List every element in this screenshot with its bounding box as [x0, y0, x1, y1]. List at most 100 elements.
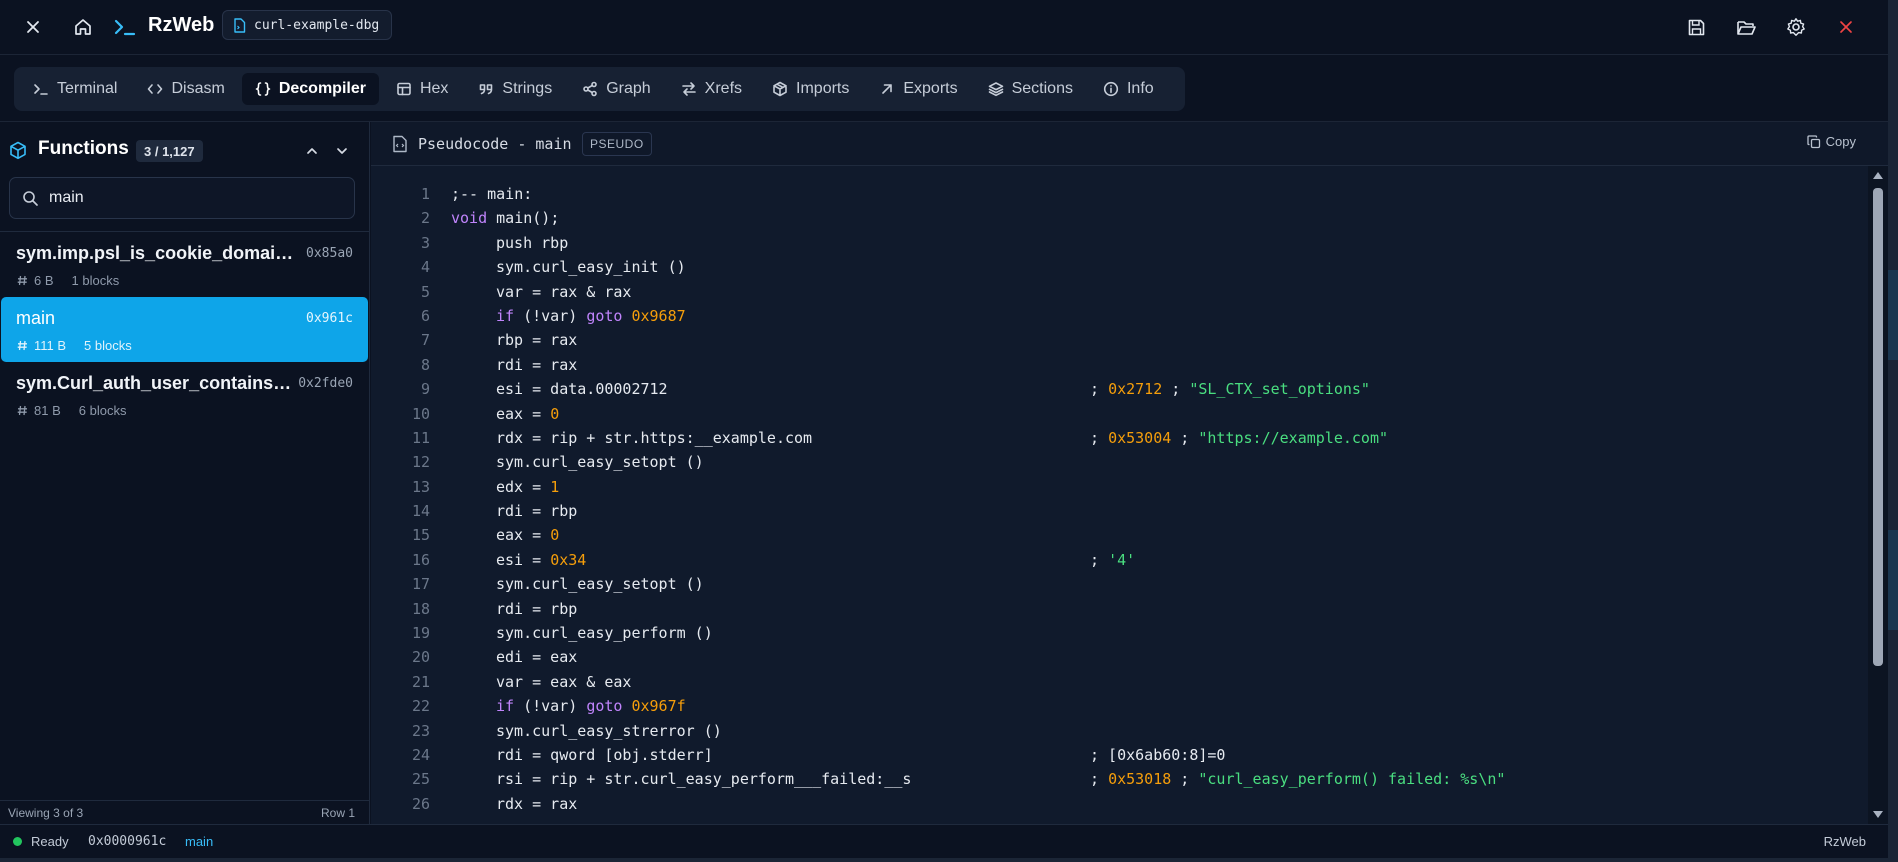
code-line[interactable]: 19 sym.curl_easy_perform () [371, 621, 1868, 645]
code-line[interactable]: 25 rsi = rip + str.curl_easy_perform___fa… [371, 767, 1868, 791]
functions-header: Functions 3 / 1,127 [0, 122, 370, 178]
code-text: sym.curl_easy_init () [451, 255, 686, 279]
code-line[interactable]: 24 rdi = qword [obj.stderr] ; [0x6ab60:8]=… [371, 743, 1868, 767]
code-token: 0 [550, 404, 560, 423]
function-list-item[interactable]: sym.Curl_auth_user_contains_... 0x2fde0 … [1, 362, 368, 427]
cube-icon [10, 141, 26, 160]
file-chip[interactable]: curl-example-dbg [222, 10, 393, 40]
code-text: rsi = rip + str.curl_easy_perform___fail… [451, 767, 911, 791]
code-text: eax = 0 [451, 402, 559, 426]
code-text: edi = eax [451, 645, 577, 669]
code-text: rdi = rbp [451, 597, 577, 621]
code-line[interactable]: 20 edi = eax [371, 645, 1868, 669]
tab-label: Xrefs [704, 80, 743, 97]
close-icon[interactable] [18, 12, 48, 42]
status-function[interactable]: main [185, 834, 213, 849]
functions-count-badge: 3 / 1,127 [136, 140, 203, 162]
function-list-item[interactable]: sym.imp.psl_is_cookie_domain... 0x85a0 6… [1, 232, 368, 297]
line-number: 13 [411, 477, 430, 496]
code-line[interactable]: 4 sym.curl_easy_init () [371, 255, 1868, 279]
line-number: 22 [411, 697, 430, 716]
code-line[interactable]: 14 rdi = rbp [371, 499, 1868, 523]
tab-decompiler[interactable]: Decompiler [241, 73, 379, 105]
chevron-up-icon[interactable] [305, 144, 319, 158]
code-line[interactable]: 12 sym.curl_easy_setopt () [371, 450, 1868, 474]
function-search[interactable] [9, 177, 355, 219]
scroll-down-arrow-icon[interactable] [1873, 811, 1883, 818]
code-line[interactable]: 16 esi = 0x34; '4' [371, 548, 1868, 572]
code-line[interactable]: 9 esi = data.00002712; 0x2712 ; "SL_CTX_s… [371, 377, 1868, 401]
line-number: 9 [420, 380, 430, 399]
tab-exports[interactable]: Exports [866, 73, 970, 105]
code-line[interactable]: 15 eax = 0 [371, 523, 1868, 547]
close-app-icon[interactable] [1831, 12, 1861, 42]
code-line[interactable]: 8 rdi = rax [371, 353, 1868, 377]
line-number: 11 [411, 428, 430, 447]
code-line[interactable]: 1 ;-- main: [371, 182, 1868, 206]
tab-info[interactable]: Info [1090, 73, 1167, 105]
code-line[interactable]: 7 rbp = rax [371, 328, 1868, 352]
tab-imports[interactable]: Imports [759, 73, 862, 105]
function-list-item[interactable]: main 0x961c 111 B 5 blocks [1, 297, 368, 362]
tab-graph[interactable]: Graph [569, 73, 663, 105]
code-line[interactable]: 5 var = rax & rax [371, 280, 1868, 304]
tab-terminal[interactable]: Terminal [20, 73, 130, 105]
function-meta: 81 B 6 blocks [17, 403, 126, 418]
swap-arrows-icon [681, 82, 696, 96]
line-number: 7 [420, 331, 430, 350]
search-input[interactable] [49, 189, 329, 207]
line-number: 6 [420, 306, 430, 325]
copy-button[interactable]: Copy [1806, 134, 1856, 149]
terminal-icon [34, 84, 48, 95]
tab-disasm[interactable]: Disasm [134, 73, 237, 105]
tab-sections[interactable]: Sections [975, 73, 1086, 105]
code-text: rdi = rbp [451, 499, 577, 523]
code-line[interactable]: 17 sym.curl_easy_setopt () [371, 572, 1868, 596]
folder-open-icon[interactable] [1731, 12, 1761, 42]
home-icon[interactable] [68, 12, 98, 42]
function-address: 0x85a0 [306, 246, 353, 261]
code-token: sym.curl_easy_setopt () [496, 575, 704, 594]
code-line[interactable]: 3 push rbp [371, 231, 1868, 255]
search-icon [23, 190, 38, 206]
save-icon[interactable] [1681, 12, 1711, 42]
scroll-up-arrow-icon[interactable] [1873, 172, 1883, 179]
chevron-down-icon[interactable] [335, 144, 349, 158]
viewing-count: Viewing 3 of 3 [8, 806, 84, 820]
code-scrollbar[interactable] [1868, 166, 1888, 824]
tab-hex[interactable]: Hex [383, 73, 461, 105]
comment-token: "SL_CTX_set_options" [1189, 380, 1370, 399]
tab-label: Terminal [57, 80, 118, 97]
line-number: 19 [411, 624, 430, 643]
scroll-thumb[interactable] [1873, 188, 1883, 666]
code-line[interactable]: 13 edx = 1 [371, 475, 1868, 499]
hash-icon [17, 405, 27, 416]
line-number: 4 [420, 258, 430, 277]
comment-token: 0x53018 [1108, 770, 1172, 789]
code-view[interactable]: 1 ;-- main: 2 void main(); 3 push rbp 4 sym.cur… [371, 182, 1868, 812]
comment-token: ; [0x6ab60:8]=0 [1090, 745, 1226, 764]
code-text: sym.curl_easy_perform () [451, 621, 713, 645]
code-line[interactable]: 22 if (!var) goto 0x967f [371, 694, 1868, 718]
info-icon [1103, 81, 1119, 97]
code-token: rdi = rbp [496, 502, 578, 521]
code-line[interactable]: 21 var = eax & eax [371, 670, 1868, 694]
function-list: sym.imp.psl_is_cookie_domain... 0x85a0 6… [0, 232, 370, 427]
tab-strings[interactable]: Strings [465, 73, 565, 105]
code-line[interactable]: 2 void main(); [371, 206, 1868, 230]
code-line[interactable]: 23 sym.curl_easy_strerror () [371, 719, 1868, 743]
code-line[interactable]: 10 eax = 0 [371, 402, 1868, 426]
tab-xrefs[interactable]: Xrefs [668, 73, 755, 105]
line-number: 17 [411, 575, 430, 594]
code-line[interactable]: 6 if (!var) goto 0x9687 [371, 304, 1868, 328]
app-name: RzWeb [148, 14, 215, 36]
code-line[interactable]: 26 rdx = rax [371, 792, 1868, 812]
hash-icon [17, 275, 27, 286]
code-line[interactable]: 11 rdx = rip + str.https:__example.com; 0… [371, 426, 1868, 450]
code-token: esi = [496, 550, 551, 569]
function-blocks: 5 blocks [84, 338, 132, 353]
gear-icon[interactable] [1781, 12, 1811, 42]
code-comment: ; 0x53018 ; "curl_easy_perform() failed:… [1090, 767, 1505, 791]
arrow-up-right-icon [882, 84, 893, 94]
code-line[interactable]: 18 rdi = rbp [371, 597, 1868, 621]
